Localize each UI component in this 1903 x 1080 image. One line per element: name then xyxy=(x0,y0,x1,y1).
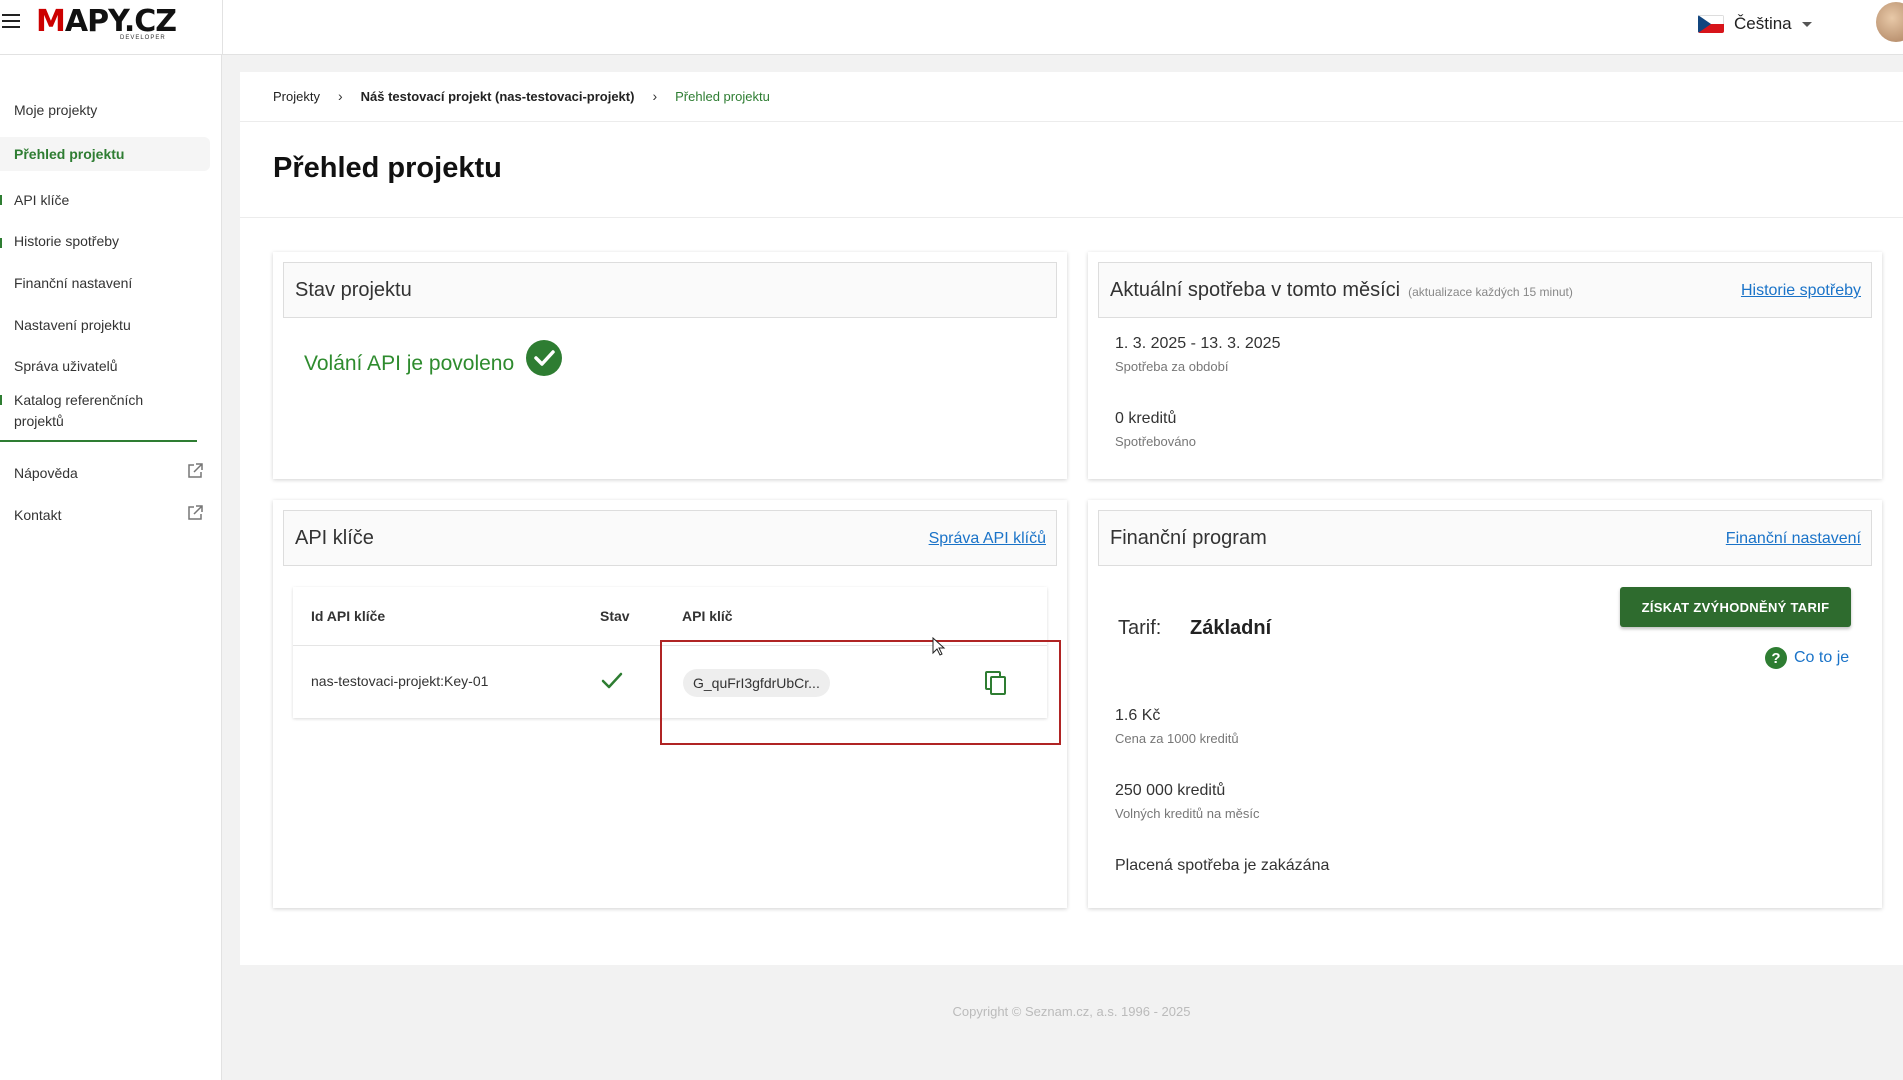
paid-usage-status: Placená spotřeba je zakázána xyxy=(1115,857,1330,874)
tarif-label: Tarif: xyxy=(1118,617,1162,639)
project-status-panel: Stav projektu Volání API je povoleno xyxy=(273,252,1067,479)
usage-period-label: Spotřeba za období xyxy=(1115,359,1229,374)
column-header: Stav xyxy=(600,608,630,624)
chevron-right-icon: › xyxy=(337,88,343,104)
topbar-divider xyxy=(222,0,223,55)
sidebar-separator xyxy=(0,440,197,442)
language-label: Čeština xyxy=(1734,14,1792,33)
usage-panel: Aktuální spotřeba v tomto měsíci (aktuali… xyxy=(1088,252,1882,479)
panel-title: Aktuální spotřeba v tomto měsíci (aktuali… xyxy=(1110,279,1573,302)
usage-history-link[interactable]: Historie spotřeby xyxy=(1741,282,1861,300)
panel-title: Finanční program xyxy=(1110,527,1267,549)
checkmark-icon xyxy=(601,672,623,689)
mapy-cz-logo[interactable]: MAPY.CZ DEVELOPER xyxy=(36,2,177,42)
finance-panel: Finanční program Finanční nastavení 1.6 … xyxy=(1088,500,1882,908)
breadcrumb: Projekty › Náš testovací projekt (nas-te… xyxy=(273,88,770,104)
sidebar-item-katalog-referencnich-projektu[interactable]: Katalog referenčních projektů xyxy=(0,390,170,432)
tarif-value: Základní xyxy=(1190,617,1272,639)
sidebar-item-nastaveni-projektu[interactable]: Nastavení projektu xyxy=(0,317,210,333)
panel-header: Finanční program Finanční nastavení xyxy=(1098,510,1872,566)
sidebar-item-api-klice[interactable]: API klíče xyxy=(0,192,210,208)
divider xyxy=(240,217,1903,218)
sidebar-item-prehled-projektu[interactable]: Přehled projektu xyxy=(0,137,210,171)
sidebar-item-label: Kontakt xyxy=(14,507,62,523)
what-is-it-link[interactable]: ? Co to je xyxy=(1765,647,1849,669)
panel-header: API klíče Správa API klíčů xyxy=(283,510,1057,566)
mouse-cursor-icon xyxy=(932,637,946,656)
sidebar-item-moje-projekty[interactable]: Moje projekty xyxy=(0,102,210,122)
usage-period-value: 1. 3. 2025 - 13. 3. 2025 xyxy=(1115,335,1281,352)
api-key-id: nas-testovaci-projekt:Key-01 xyxy=(311,673,489,689)
breadcrumb-project[interactable]: Náš testovací projekt (nas-testovaci-pro… xyxy=(361,89,635,104)
czech-flag-icon xyxy=(1698,15,1724,33)
panel-header: Stav projektu xyxy=(283,262,1057,318)
sidebar-item-financni-nastaveni[interactable]: Finanční nastavení xyxy=(0,275,210,291)
sidebar-item-label: Nápověda xyxy=(14,465,78,481)
chevron-down-icon xyxy=(1801,21,1812,27)
manage-api-keys-link[interactable]: Správa API klíčů xyxy=(929,530,1046,548)
get-discounted-tariff-button[interactable]: ZÍSKAT ZVÝHODNĚNÝ TARIF xyxy=(1620,587,1851,627)
sidebar-item-historie-spotreby[interactable]: Historie spotřeby xyxy=(0,233,210,249)
free-credits-label: Volných kreditů na měsíc xyxy=(1115,806,1260,821)
panel-title: API klíče xyxy=(295,527,374,549)
panel-title: Stav projektu xyxy=(295,279,412,301)
help-link-label: Co to je xyxy=(1794,649,1850,666)
panel-header: Aktuální spotřeba v tomto měsíci (aktuali… xyxy=(1098,262,1872,318)
divider xyxy=(240,121,1903,122)
usage-title: Aktuální spotřeba v tomto měsíci xyxy=(1110,279,1401,301)
price-label: Cena za 1000 kreditů xyxy=(1115,731,1239,746)
external-link-icon[interactable] xyxy=(187,463,203,479)
finance-settings-link[interactable]: Finanční nastavení xyxy=(1726,530,1861,548)
highlight-annotation xyxy=(660,640,1061,745)
sidebar: Moje projekty Přehled projektu API klíče… xyxy=(0,55,222,1080)
api-status-text: Volání API je povoleno xyxy=(304,352,515,375)
update-hint: (aktualizace každých 15 minut) xyxy=(1408,285,1573,299)
breadcrumb-projekty[interactable]: Projekty xyxy=(273,89,320,104)
consumed-label: Spotřebováno xyxy=(1115,434,1196,449)
user-avatar[interactable] xyxy=(1876,2,1903,42)
external-link-icon[interactable] xyxy=(187,505,203,521)
column-header: API klíč xyxy=(682,608,733,624)
language-selector[interactable]: Čeština xyxy=(1698,10,1812,38)
chevron-right-icon: › xyxy=(652,88,658,104)
free-credits-value: 250 000 kreditů xyxy=(1115,782,1226,799)
consumed-value: 0 kreditů xyxy=(1115,410,1177,427)
help-icon: ? xyxy=(1765,647,1787,669)
column-header: Id API klíče xyxy=(311,608,386,624)
page-title: Přehled projektu xyxy=(273,152,502,184)
top-bar: MAPY.CZ DEVELOPER Čeština xyxy=(0,0,1903,55)
check-circle-icon xyxy=(526,340,562,376)
price-value: 1.6 Kč xyxy=(1115,707,1161,724)
sidebar-item-sprava-uzivatelu[interactable]: Správa uživatelů xyxy=(0,358,210,374)
sidebar-item-kontakt[interactable]: Kontakt xyxy=(0,507,210,523)
sidebar-item-napoveda[interactable]: Nápověda xyxy=(0,465,210,481)
logo-subtitle: DEVELOPER xyxy=(120,35,166,41)
breadcrumb-current: Přehled projektu xyxy=(675,88,770,104)
hamburger-menu-icon[interactable] xyxy=(2,14,20,30)
footer-copyright: Copyright © Seznam.cz, a.s. 1996 - 2025 xyxy=(952,1004,1191,1019)
